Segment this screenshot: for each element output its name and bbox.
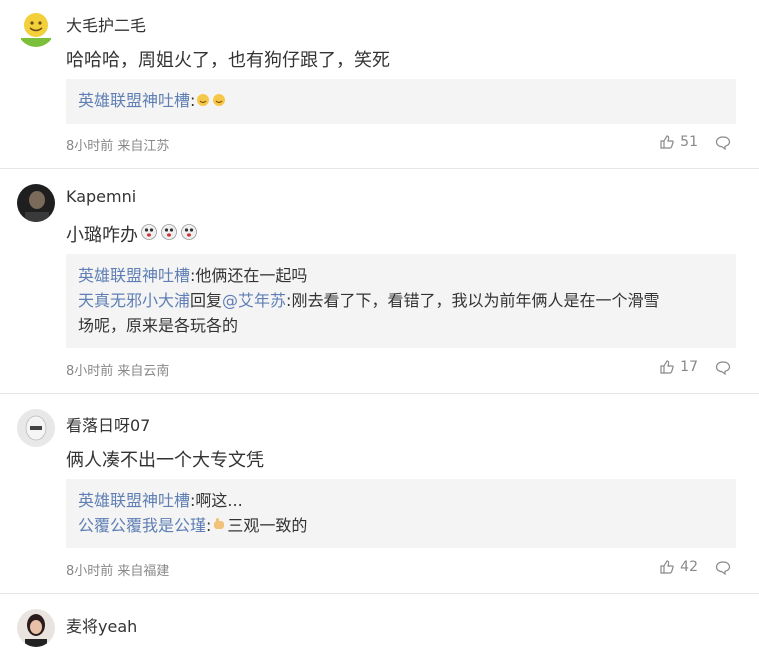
reply-username[interactable]: 英雄联盟神吐槽 xyxy=(78,91,190,110)
reply-button[interactable] xyxy=(715,560,731,579)
comment-text: 俩人凑不出一个大专文凭 xyxy=(66,450,264,471)
divider xyxy=(0,593,759,594)
laugh-emoji-icon xyxy=(195,89,211,114)
avatar[interactable] xyxy=(17,609,55,647)
like-count: 51 xyxy=(680,134,698,150)
avatar[interactable] xyxy=(17,9,55,47)
reply-line: 天真无邪小大浦回复@艾年苏:刚去看了下，看错了，我以为前年俩人是在一个滑雪 xyxy=(78,291,660,310)
avatar[interactable] xyxy=(17,184,55,222)
like-count: 17 xyxy=(680,359,698,375)
reply-continuation: 场呢，原来是各玩各的 xyxy=(78,316,239,335)
avatar-photo-icon xyxy=(17,409,55,447)
mention-link[interactable]: @艾年苏 xyxy=(222,291,286,310)
like-count: 42 xyxy=(680,559,698,575)
reply-line: 英雄联盟神吐槽:他俩还在一起吗 xyxy=(78,266,308,285)
reply-box: 英雄联盟神吐槽:啊这... 公覆公覆我是公瑾: 三观一致的 xyxy=(66,479,736,548)
comment-meta: 8小时前 来自江苏 xyxy=(66,139,170,154)
thumbs-up-icon xyxy=(660,360,674,374)
comment-meta: 8小时前 来自云南 xyxy=(66,364,170,379)
reply-username[interactable]: 公覆公覆我是公瑾 xyxy=(78,516,206,535)
like-button[interactable]: 42 xyxy=(659,559,698,575)
reply-username[interactable]: 天真无邪小大浦 xyxy=(78,291,190,310)
avatar-photo-icon xyxy=(17,609,55,647)
reply-line: 英雄联盟神吐槽: xyxy=(78,88,724,114)
like-button[interactable]: 51 xyxy=(659,134,698,150)
shocked-emoji-icon xyxy=(180,223,198,246)
reply-username[interactable]: 英雄联盟神吐槽 xyxy=(78,491,190,510)
avatar-emoji-icon xyxy=(17,9,55,47)
thumbs-up-icon xyxy=(660,135,674,149)
comment-bubble-icon xyxy=(715,136,731,151)
thumbs-up-icon xyxy=(660,560,674,574)
divider xyxy=(0,168,759,169)
username[interactable]: 大毛护二毛 xyxy=(66,12,146,36)
divider xyxy=(0,393,759,394)
reply-username[interactable]: 英雄联盟神吐槽 xyxy=(78,266,190,285)
username[interactable]: 麦将yeah xyxy=(66,613,137,637)
reply-button[interactable] xyxy=(715,135,731,154)
reply-box: 英雄联盟神吐槽: xyxy=(66,79,736,124)
avatar-photo-icon xyxy=(17,184,55,222)
reply-line: 公覆公覆我是公瑾: 三观一致的 xyxy=(78,513,724,539)
comment-text: 哈哈哈，周姐火了，也有狗仔跟了，笑死 xyxy=(66,50,390,71)
shocked-emoji-icon xyxy=(160,223,178,246)
reply-box: 英雄联盟神吐槽:他俩还在一起吗 天真无邪小大浦回复@艾年苏:刚去看了下，看错了，… xyxy=(66,254,736,348)
reply-button[interactable] xyxy=(715,360,731,379)
username[interactable]: 看落日呀07 xyxy=(66,412,150,436)
fist-emoji-icon xyxy=(211,514,227,539)
comment-meta: 8小时前 来自福建 xyxy=(66,564,170,579)
reply-line: 英雄联盟神吐槽:啊这... xyxy=(78,491,243,510)
comment-text: 小璐咋办 xyxy=(66,221,198,247)
comment-bubble-icon xyxy=(715,361,731,376)
comment-bubble-icon xyxy=(715,561,731,576)
avatar[interactable] xyxy=(17,409,55,447)
laugh-emoji-icon xyxy=(211,89,227,114)
shocked-emoji-icon xyxy=(140,223,158,246)
username[interactable]: Kapemni xyxy=(66,187,136,206)
like-button[interactable]: 17 xyxy=(659,359,698,375)
